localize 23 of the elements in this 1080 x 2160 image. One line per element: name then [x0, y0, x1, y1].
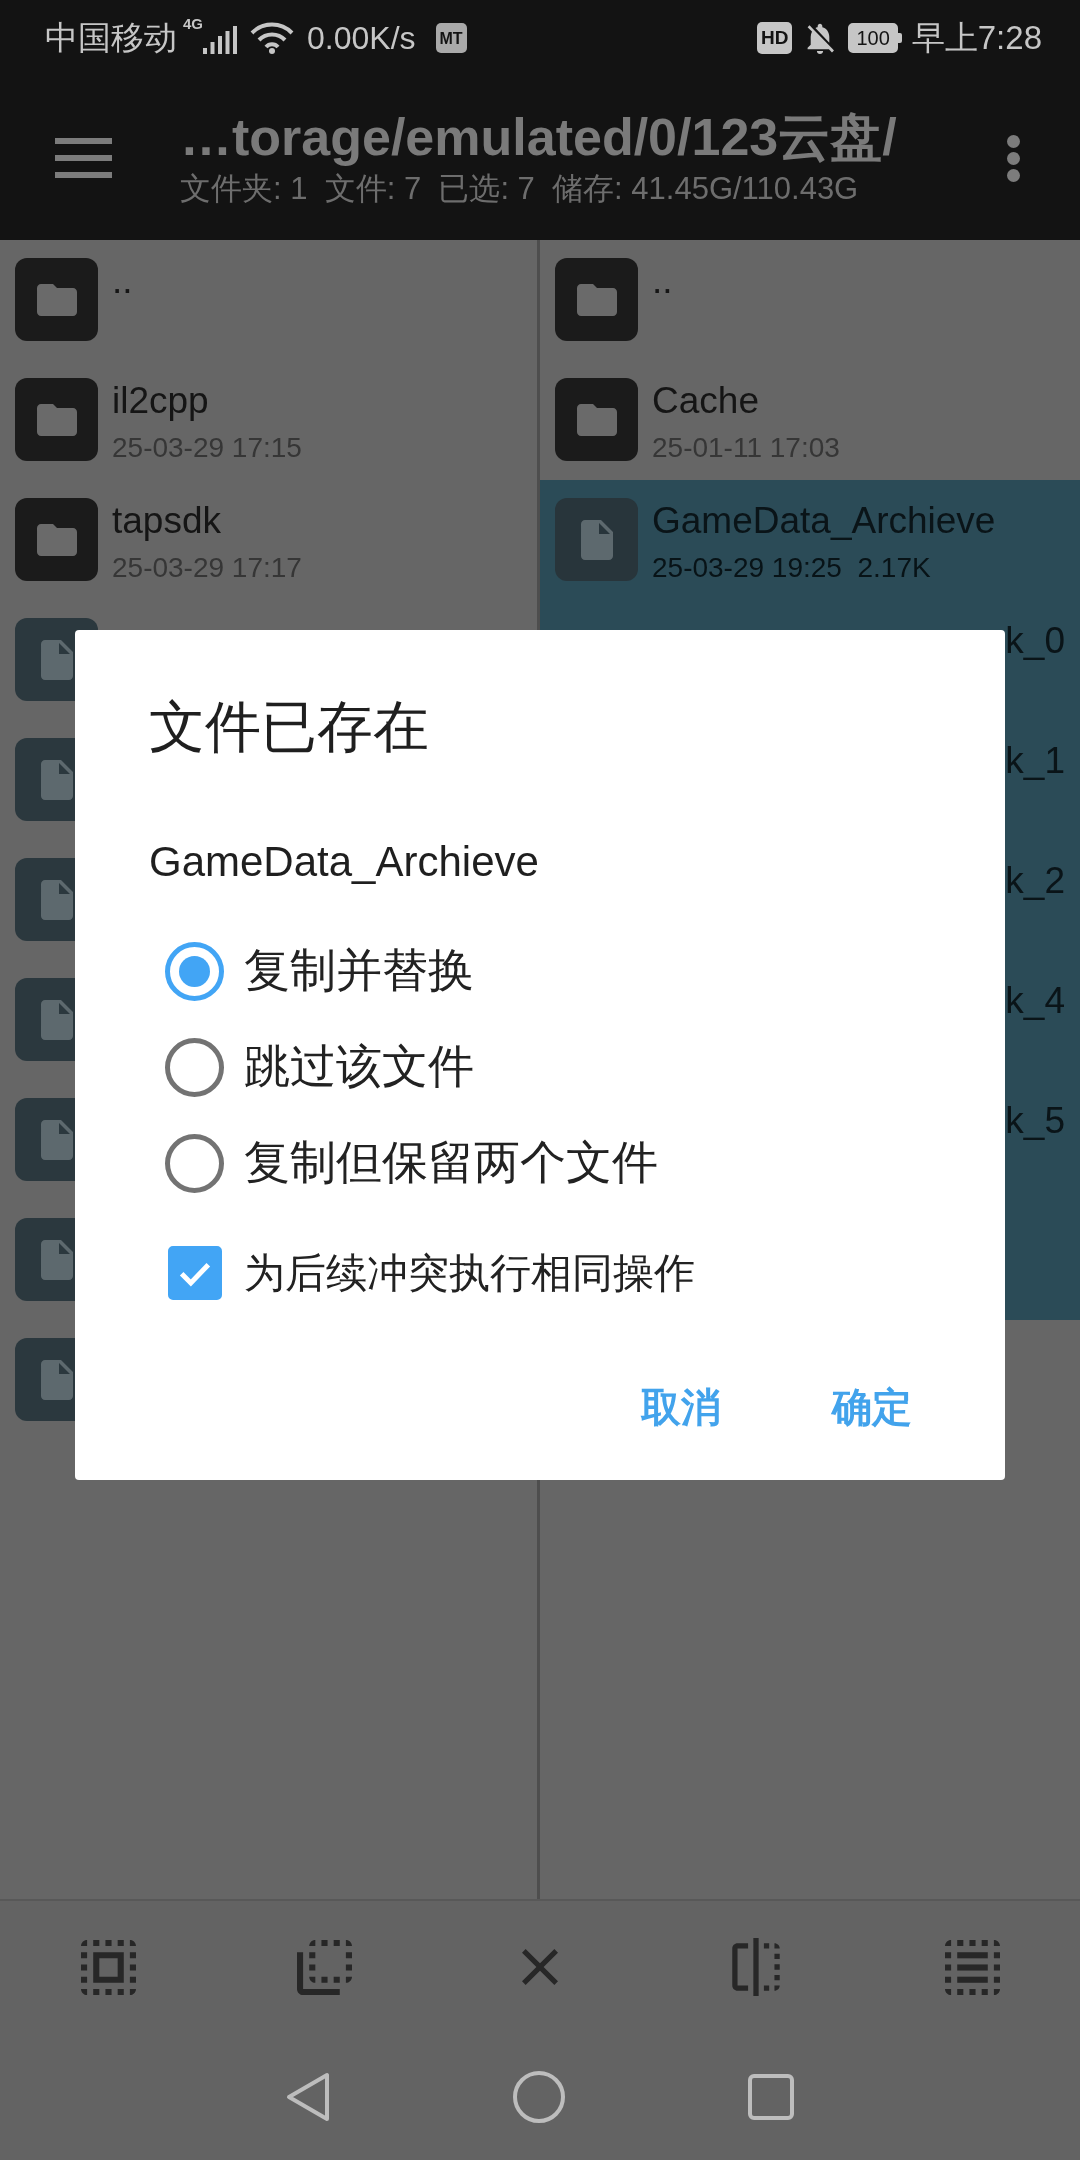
file-name: k_2 — [1005, 859, 1065, 903]
conflict-file-name: GameData_Archieve — [149, 837, 539, 887]
file-details: 25-03-29 19:25 2.17K — [652, 551, 931, 585]
file-name: k_1 — [1005, 739, 1065, 783]
dialog-title: 文件已存在 — [149, 694, 429, 760]
file-name: il2cpp — [112, 379, 209, 423]
battery-indicator: 100 — [848, 23, 902, 53]
clock-time: 早上7:28 — [911, 18, 1042, 58]
file-name: tapsdk — [112, 499, 221, 543]
network-type: 4G — [183, 16, 203, 32]
file-name: GameData_Archieve — [652, 499, 996, 543]
folder-summary: 文件夹: 1 文件: 7 已选: 7 储存: 41.45G/110.43G — [180, 171, 859, 207]
file-name: k_4 — [1005, 979, 1065, 1023]
app-notification-badge: MT — [435, 23, 467, 53]
file-name: Cache — [652, 379, 759, 423]
network-speed: 0.00K/s — [307, 19, 416, 58]
file-name: k_0 — [1005, 619, 1065, 663]
file-name: .. — [652, 259, 673, 303]
folder-path: …torage/emulated/0/123云盘/ — [180, 107, 897, 168]
file-name: .. — [112, 259, 133, 303]
hd-badge: HD — [756, 22, 793, 54]
carrier-name: 中国移动 — [45, 18, 177, 58]
file-name: k_5 — [1005, 1099, 1065, 1143]
